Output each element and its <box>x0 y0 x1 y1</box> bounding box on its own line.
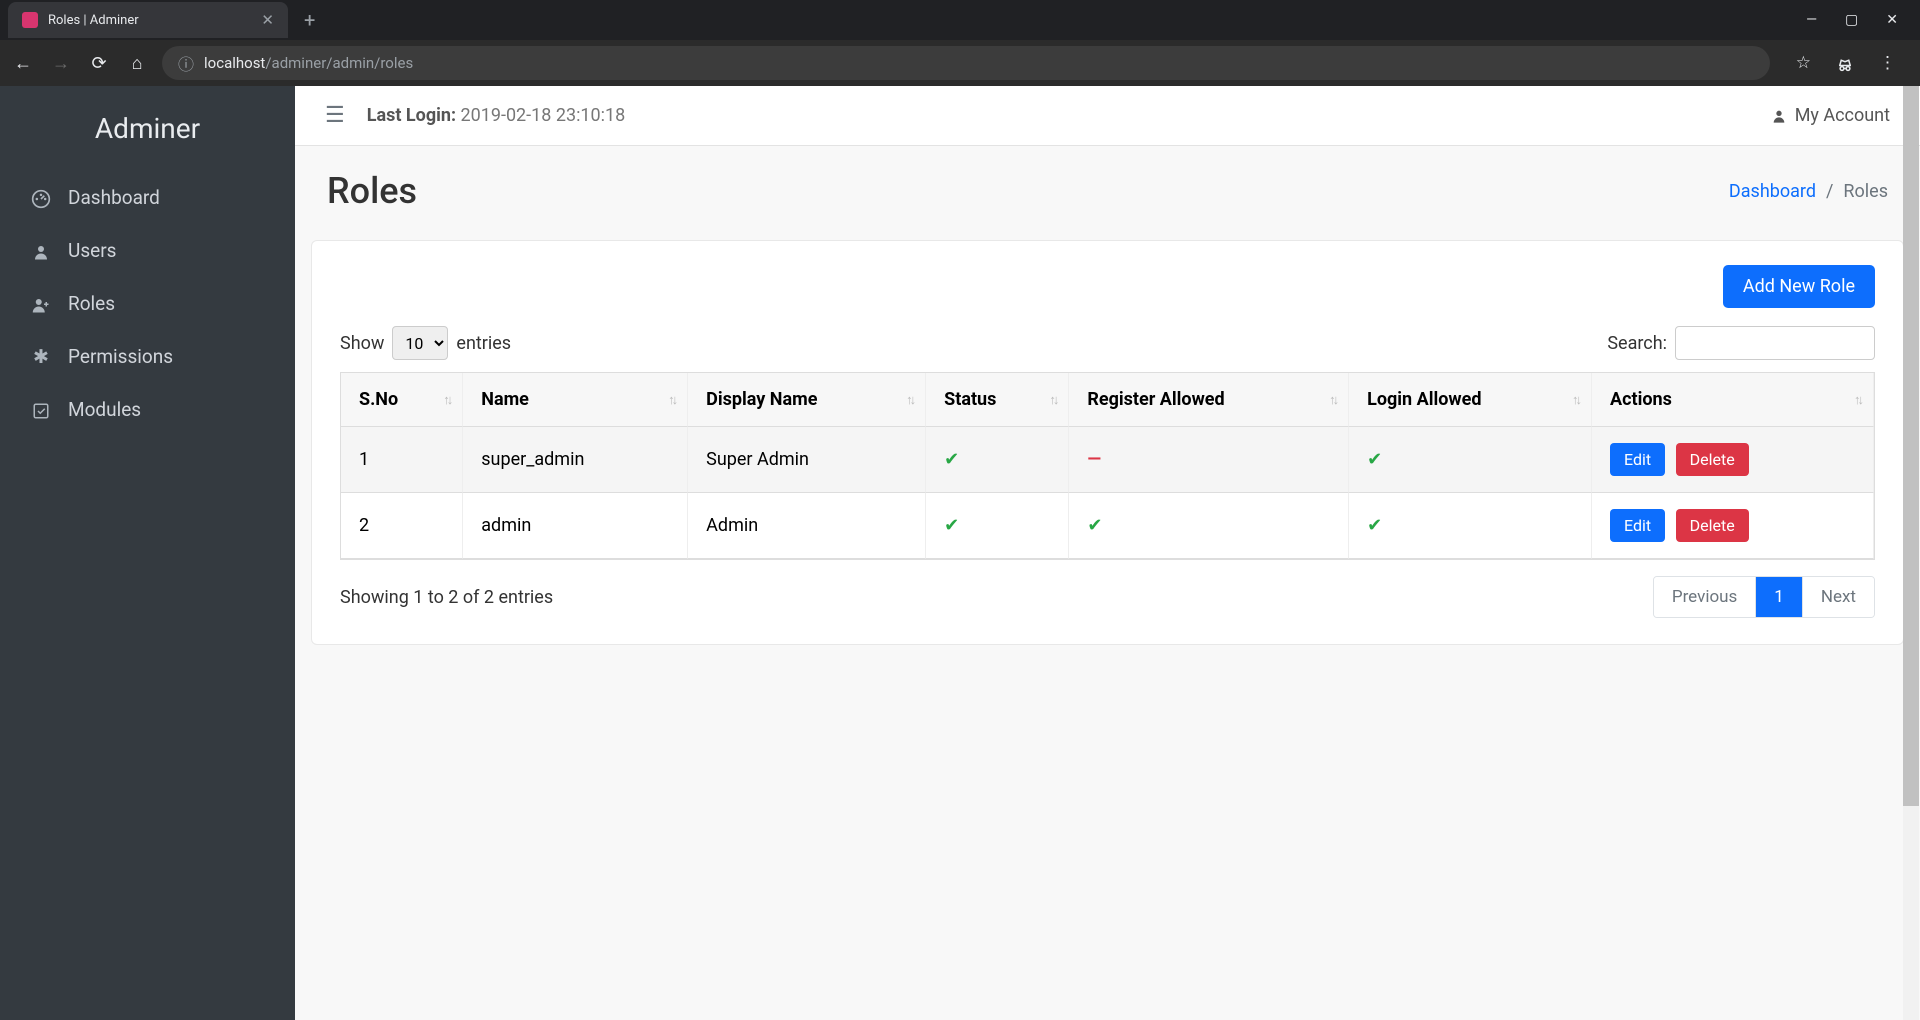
sort-icon: ↑↓ <box>1572 392 1579 408</box>
sidebar-item-label: Roles <box>68 292 115 315</box>
cell-login: ✔ <box>1349 427 1592 493</box>
scrollbar[interactable] <box>1903 86 1919 1020</box>
cell-sno: 2 <box>341 493 463 559</box>
sidebar-item-users[interactable]: Users <box>0 224 295 277</box>
incognito-icon[interactable] <box>1835 53 1855 73</box>
page-1-button[interactable]: 1 <box>1756 577 1803 617</box>
next-button[interactable]: Next <box>1803 577 1874 617</box>
col-actions[interactable]: Actions↑↓ <box>1592 373 1874 427</box>
user-plus-icon <box>30 292 52 315</box>
col-display-name[interactable]: Display Name↑↓ <box>688 373 926 427</box>
minus-icon: — <box>1087 449 1101 470</box>
reload-icon[interactable]: ⟳ <box>86 53 112 74</box>
user-icon <box>30 239 52 262</box>
cell-register: ✔ <box>1069 493 1349 559</box>
breadcrumb-separator: / <box>1826 181 1833 202</box>
check-square-icon <box>30 398 52 421</box>
roles-table: S.No↑↓ Name↑↓ Display Name↑↓ Status↑↓ Re… <box>340 372 1875 560</box>
length-control: Show 10 entries <box>340 326 511 360</box>
search-input[interactable] <box>1675 326 1875 360</box>
sort-icon: ↑↓ <box>1329 392 1336 408</box>
check-icon: ✔ <box>1087 515 1102 536</box>
sidebar-item-label: Permissions <box>68 345 173 368</box>
cell-display-name: Admin <box>688 493 926 559</box>
url-text: localhost/adminer/admin/roles <box>204 54 413 72</box>
favicon <box>22 12 38 28</box>
my-account-label: My Account <box>1795 105 1890 126</box>
minimize-icon[interactable]: — <box>1806 12 1817 28</box>
breadcrumb: Dashboard / Roles <box>1729 181 1888 202</box>
my-account-link[interactable]: My Account <box>1771 105 1890 126</box>
breadcrumb-current: Roles <box>1843 181 1888 202</box>
cell-name: super_admin <box>463 427 688 493</box>
cell-status: ✔ <box>926 493 1069 559</box>
sort-icon: ↑↓ <box>906 392 913 408</box>
browser-tab[interactable]: Roles | Adminer ✕ <box>8 2 288 38</box>
star-icon[interactable]: ☆ <box>1796 53 1811 73</box>
col-sno[interactable]: S.No↑↓ <box>341 373 463 427</box>
new-tab-button[interactable]: + <box>288 8 331 32</box>
dashboard-icon <box>30 186 52 209</box>
maximize-icon[interactable]: ▢ <box>1845 12 1858 28</box>
sidebar-item-label: Users <box>68 239 116 262</box>
sidebar: Adminer Dashboard Users Roles <box>0 86 295 1020</box>
sidebar-item-roles[interactable]: Roles <box>0 277 295 330</box>
pagination: Previous 1 Next <box>1653 576 1875 618</box>
close-window-icon[interactable]: ✕ <box>1886 12 1898 28</box>
sort-icon: ↑↓ <box>1049 392 1056 408</box>
hamburger-icon[interactable]: ☰ <box>325 103 345 128</box>
previous-button[interactable]: Previous <box>1654 577 1756 617</box>
col-login-allowed[interactable]: Login Allowed↑↓ <box>1349 373 1592 427</box>
address-bar[interactable]: ⓘ localhost/adminer/admin/roles <box>162 46 1770 80</box>
edit-button[interactable]: Edit <box>1610 509 1665 542</box>
sort-icon: ↑↓ <box>443 392 450 408</box>
home-icon[interactable]: ⌂ <box>124 53 150 74</box>
site-info-icon[interactable]: ⓘ <box>178 51 194 75</box>
check-icon: ✔ <box>1367 515 1382 536</box>
sidebar-item-label: Dashboard <box>68 186 160 209</box>
brand: Adminer <box>0 86 295 171</box>
close-tab-icon[interactable]: ✕ <box>261 11 274 29</box>
sidebar-item-label: Modules <box>68 398 141 421</box>
table-row: 1 super_admin Super Admin ✔ — ✔ Edit Del… <box>341 427 1874 493</box>
cell-display-name: Super Admin <box>688 427 926 493</box>
entries-select[interactable]: 10 <box>392 326 448 360</box>
col-register-allowed[interactable]: Register Allowed↑↓ <box>1069 373 1349 427</box>
asterisk-icon: ✱ <box>30 345 52 368</box>
check-icon: ✔ <box>1367 449 1382 470</box>
search-label: Search: <box>1607 333 1667 354</box>
page-title: Roles <box>327 170 417 212</box>
delete-button[interactable]: Delete <box>1676 443 1749 476</box>
table-info: Showing 1 to 2 of 2 entries <box>340 587 553 608</box>
sort-icon: ↑↓ <box>668 392 675 408</box>
user-icon <box>1771 105 1787 126</box>
delete-button[interactable]: Delete <box>1676 509 1749 542</box>
col-name[interactable]: Name↑↓ <box>463 373 688 427</box>
check-icon: ✔ <box>944 515 959 536</box>
sidebar-item-permissions[interactable]: ✱ Permissions <box>0 330 295 383</box>
sidebar-item-dashboard[interactable]: Dashboard <box>0 171 295 224</box>
forward-icon[interactable]: → <box>48 53 74 74</box>
table-row: 2 admin Admin ✔ ✔ ✔ Edit Delete <box>341 493 1874 559</box>
cell-name: admin <box>463 493 688 559</box>
sort-icon: ↑↓ <box>1854 392 1861 408</box>
cell-status: ✔ <box>926 427 1069 493</box>
add-new-role-button[interactable]: Add New Role <box>1723 265 1875 308</box>
cell-sno: 1 <box>341 427 463 493</box>
cell-actions: Edit Delete <box>1592 493 1874 559</box>
edit-button[interactable]: Edit <box>1610 443 1665 476</box>
check-icon: ✔ <box>944 449 959 470</box>
col-status[interactable]: Status↑↓ <box>926 373 1069 427</box>
last-login: Last Login: 2019-02-18 23:10:18 <box>367 105 626 126</box>
tab-title: Roles | Adminer <box>48 13 139 28</box>
back-icon[interactable]: ← <box>10 53 36 74</box>
cell-login: ✔ <box>1349 493 1592 559</box>
cell-actions: Edit Delete <box>1592 427 1874 493</box>
breadcrumb-dashboard[interactable]: Dashboard <box>1729 181 1816 202</box>
sidebar-item-modules[interactable]: Modules <box>0 383 295 436</box>
kebab-menu-icon[interactable]: ⋮ <box>1879 53 1896 73</box>
cell-register: — <box>1069 427 1349 493</box>
topbar: ☰ Last Login: 2019-02-18 23:10:18 My Acc… <box>295 86 1920 146</box>
